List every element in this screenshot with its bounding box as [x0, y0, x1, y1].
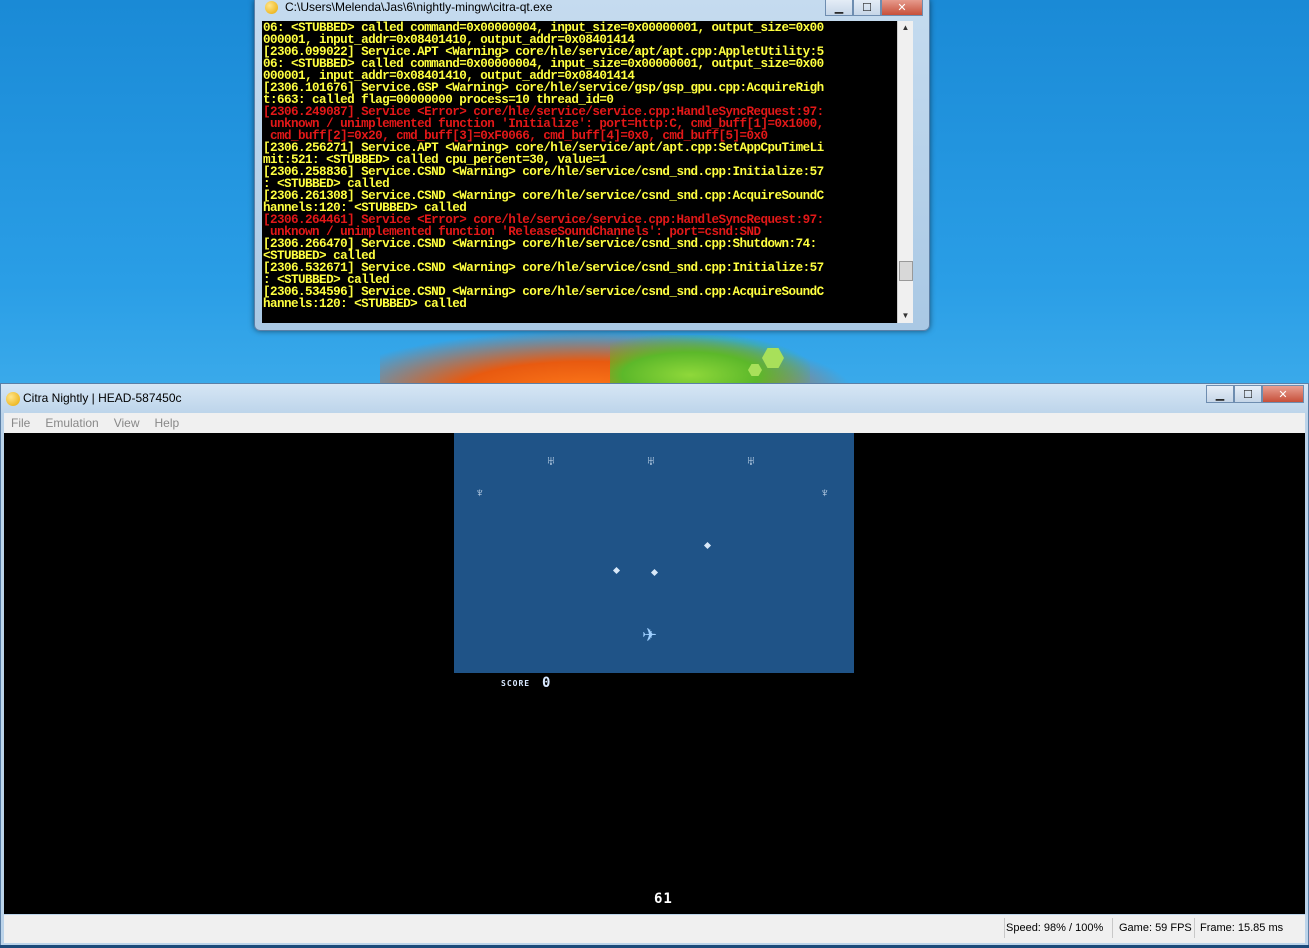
status-game-fps: Game: 59 FPS	[1119, 922, 1192, 934]
bug-enemy-icon: ♅	[746, 453, 756, 468]
status-separator	[1004, 918, 1005, 938]
citra-app-icon	[265, 1, 278, 14]
minimize-button[interactable]: ▁	[1206, 385, 1234, 403]
status-speed: Speed: 98% / 100%	[1006, 922, 1104, 934]
citra-app-icon	[6, 392, 20, 406]
bullet	[650, 568, 659, 577]
bullet	[612, 566, 621, 575]
status-frame-time: Frame: 15.85 ms	[1200, 922, 1284, 934]
menu-file[interactable]: File	[4, 413, 38, 433]
top-screen[interactable]: ♅ ♅ ♅ ♆ ♆ ✈	[454, 433, 854, 673]
console-window: C:\Users\Melenda\Jas\6\nightly-mingw\cit…	[254, 0, 930, 331]
console-line: hannels:120: <STUBBED> called	[263, 297, 467, 311]
bottom-screen-counter: 61	[654, 891, 673, 907]
maximize-button[interactable]: ☐	[853, 0, 881, 16]
console-output[interactable]: 06: <STUBBED> called command=0x00000004,…	[262, 21, 913, 323]
scroll-up-icon[interactable]: ▲	[898, 21, 913, 35]
menu-help[interactable]: Help	[148, 413, 188, 433]
close-button[interactable]: ✕	[1262, 385, 1304, 403]
maximize-button[interactable]: ☐	[1234, 385, 1262, 403]
bullet	[703, 541, 712, 550]
citra-window: Citra Nightly | HEAD-587450c ▁ ☐ ✕ File …	[0, 383, 1309, 948]
emulator-screen[interactable]: ♅ ♅ ♅ ♆ ♆ ✈ SCORE 0 61	[4, 433, 1305, 914]
status-bar: Speed: 98% / 100% Game: 59 FPS Frame: 15…	[4, 915, 1305, 943]
console-log: 06: <STUBBED> called command=0x00000004,…	[263, 22, 903, 311]
console-title: C:\Users\Melenda\Jas\6\nightly-mingw\cit…	[285, 0, 553, 14]
console-window-controls: ▁ ☐ ✕	[825, 0, 923, 16]
bird-enemy-icon: ♆	[475, 485, 485, 500]
score-label: SCORE	[501, 679, 531, 688]
bird-enemy-icon: ♆	[820, 485, 830, 500]
bug-enemy-icon: ♅	[546, 453, 556, 468]
player-ship-icon: ✈	[642, 625, 658, 645]
scroll-thumb[interactable]	[899, 261, 913, 281]
menu-view[interactable]: View	[107, 413, 148, 433]
citra-window-controls: ▁ ☐ ✕	[1206, 385, 1304, 403]
citra-title: Citra Nightly | HEAD-587450c	[23, 391, 182, 405]
close-button[interactable]: ✕	[881, 0, 923, 16]
console-scrollbar[interactable]: ▲ ▼	[897, 21, 913, 323]
console-titlebar[interactable]: C:\Users\Melenda\Jas\6\nightly-mingw\cit…	[255, 0, 929, 16]
status-separator	[1194, 918, 1195, 938]
menu-emulation[interactable]: Emulation	[38, 413, 106, 433]
score-value: 0	[542, 675, 551, 691]
menu-bar: File Emulation View Help	[4, 413, 1305, 433]
status-separator	[1112, 918, 1113, 938]
bug-enemy-icon: ♅	[646, 453, 656, 468]
scroll-down-icon[interactable]: ▼	[898, 309, 913, 323]
minimize-button[interactable]: ▁	[825, 0, 853, 16]
citra-titlebar[interactable]: Citra Nightly | HEAD-587450c ▁ ☐ ✕	[1, 384, 1308, 412]
